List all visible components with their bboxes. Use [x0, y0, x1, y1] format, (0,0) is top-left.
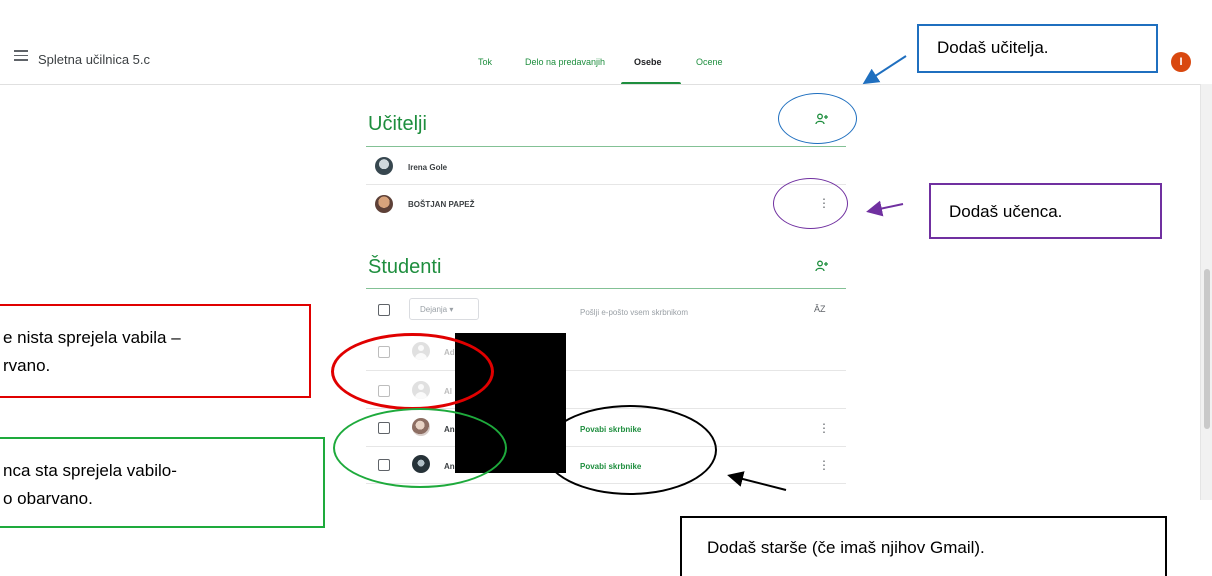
arrow-purple: [866, 200, 904, 217]
arrow-blue: [862, 55, 907, 85]
arrow-black: [727, 471, 787, 491]
annotation-arrows: [727, 55, 907, 491]
